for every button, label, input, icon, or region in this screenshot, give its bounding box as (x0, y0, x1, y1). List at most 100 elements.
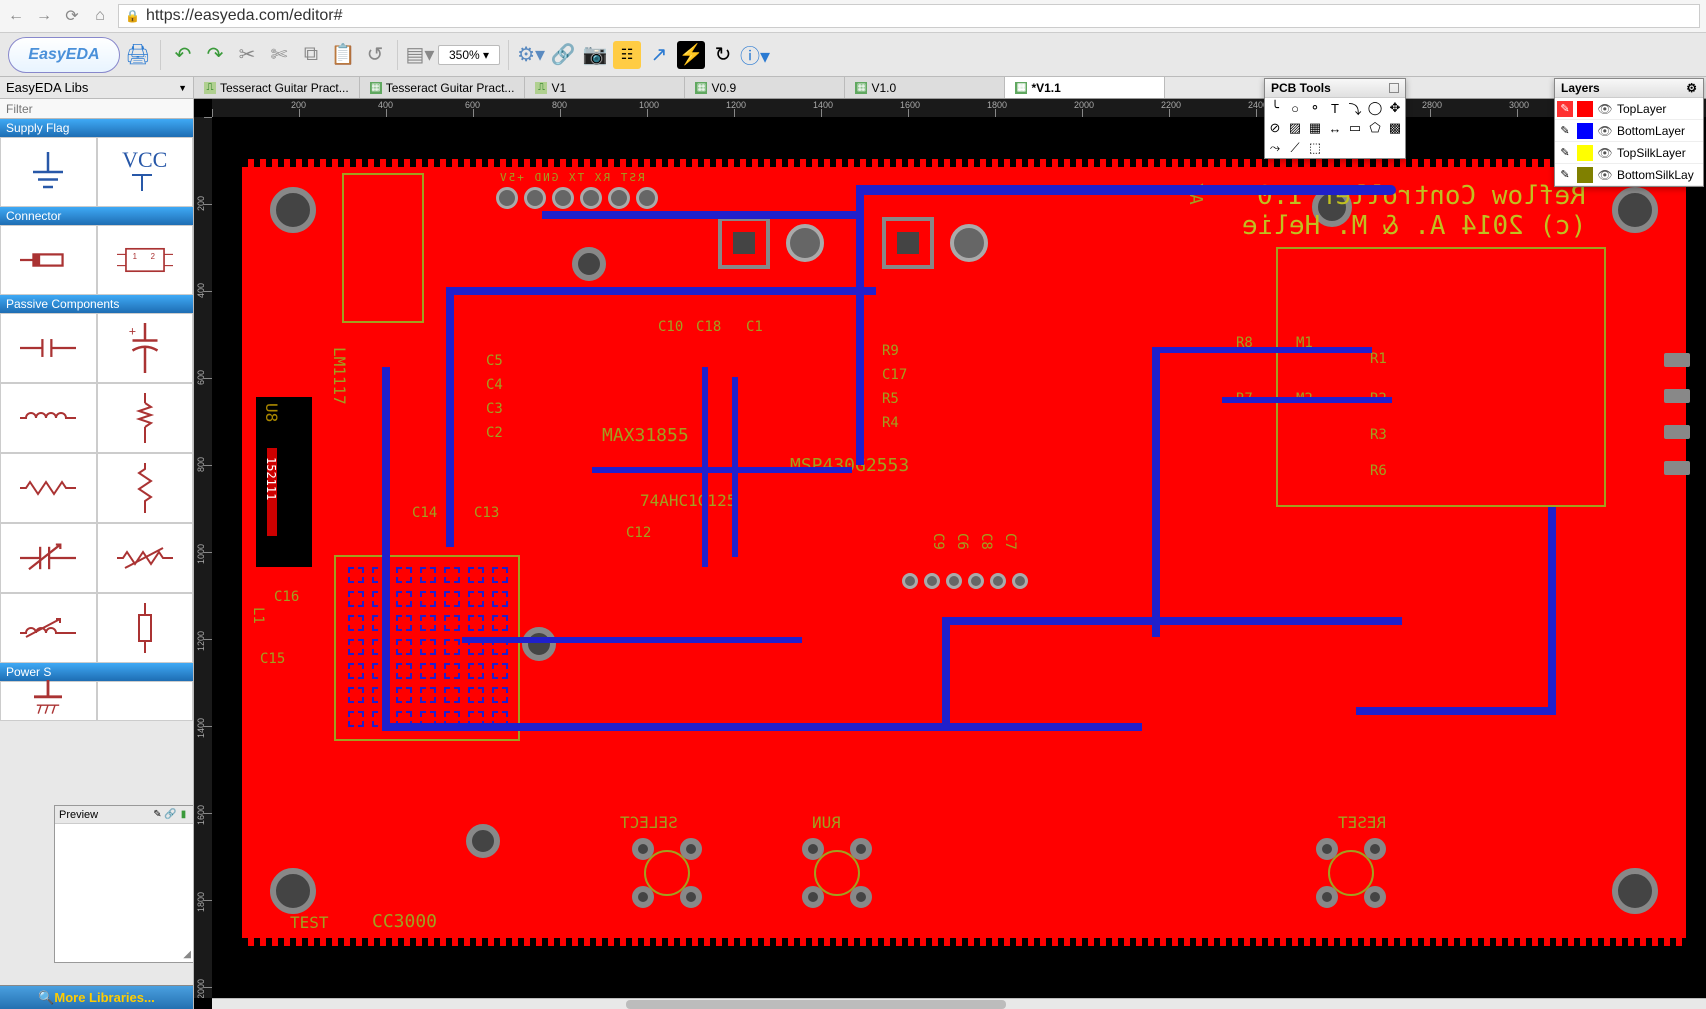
polarized-cap-symbol[interactable]: + (97, 313, 194, 383)
redo-icon[interactable]: ↷ (201, 41, 229, 69)
url-input[interactable]: 🔒 https://easyeda.com/editor# (118, 4, 1700, 28)
eye-icon[interactable]: 👁 (1597, 123, 1613, 139)
tool-hole[interactable]: ⊘ (1265, 118, 1285, 138)
align-icon[interactable]: ▤▾ (406, 41, 434, 69)
ref-c2: C2 (486, 425, 503, 441)
inductor-symbol[interactable] (0, 383, 97, 453)
layer-row-toplayer[interactable]: ✎👁TopLayer (1555, 98, 1703, 120)
tab-v1[interactable]: ⎍V1 (525, 77, 685, 98)
tool-text[interactable]: T (1325, 98, 1345, 118)
tab--v1-1[interactable]: ▦*V1.1 (1005, 77, 1165, 98)
tool-arc[interactable]: ⤵ (1345, 98, 1365, 118)
scissors-icon[interactable]: ✄ (265, 41, 293, 69)
library-filter-input[interactable] (0, 99, 193, 119)
browser-address-bar: ← → ⟳ ⌂ 🔒 https://easyeda.com/editor# (0, 0, 1706, 33)
sidebar-title[interactable]: EasyEDA Libs (0, 77, 193, 99)
more-libraries-button[interactable]: More Libraries... (0, 985, 193, 1009)
back-button[interactable]: ← (6, 6, 26, 26)
horizontal-scrollbar[interactable] (212, 998, 1706, 1009)
layer-color-swatch (1577, 101, 1593, 117)
sim-icon[interactable]: ⚡ (677, 41, 705, 69)
pencil-icon[interactable]: ✎ (1557, 101, 1573, 117)
reload-button[interactable]: ⟳ (62, 6, 82, 26)
tool-connect[interactable]: ⤳ (1265, 138, 1285, 158)
tool-measure[interactable]: ⟋ (1285, 138, 1305, 158)
tool-circle[interactable]: ◯ (1365, 98, 1385, 118)
vcc-symbol[interactable]: VCC (97, 137, 194, 207)
crystal-symbol[interactable] (97, 593, 194, 663)
ref-c3: C3 (486, 401, 503, 417)
pencil-icon[interactable]: ✎ (1557, 145, 1573, 161)
resize-handle[interactable]: ◢ (183, 949, 191, 960)
eye-icon[interactable]: 👁 (1597, 145, 1613, 161)
preview-battery-icon[interactable]: ▮ (178, 809, 189, 820)
layer-row-topsilklayer[interactable]: ✎👁TopSilkLayer (1555, 142, 1703, 164)
print-icon[interactable]: 🖨 (124, 41, 152, 69)
power-2[interactable] (97, 681, 194, 721)
section-connector[interactable]: Connector (0, 207, 193, 225)
pencil-icon[interactable]: ✎ (1557, 167, 1573, 183)
layer-row-bottomlayer[interactable]: ✎👁BottomLayer (1555, 120, 1703, 142)
tool-copper[interactable]: ▩ (1385, 118, 1405, 138)
tab-tesseract-guitar-pract-[interactable]: ⎍Tesseract Guitar Pract... (194, 77, 360, 98)
easyeda-logo[interactable]: EasyEDA (8, 37, 120, 73)
capacitor-symbol[interactable] (0, 313, 97, 383)
tool-dim[interactable]: ↔ (1325, 118, 1345, 138)
paste-icon[interactable]: 📋 (329, 41, 357, 69)
tool-rect[interactable]: ▭ (1345, 118, 1365, 138)
section-passive[interactable]: Passive Components (0, 295, 193, 313)
pcb-canvas[interactable]: Reflow Controller 1.0 (c) 2014 A. & M. H… (212, 117, 1706, 998)
tab-v0-9[interactable]: ▦V0.9 (685, 77, 845, 98)
tool-track[interactable]: ╰ (1265, 98, 1285, 118)
resistor-us-symbol[interactable] (97, 383, 194, 453)
lock-icon: 🔒 (125, 9, 140, 23)
camera-icon[interactable]: 📷 (581, 41, 609, 69)
btn-run-label: RUN (812, 813, 841, 832)
delete-icon[interactable]: ↺ (361, 41, 389, 69)
resistor-zigzag[interactable] (0, 453, 97, 523)
home-button[interactable]: ⌂ (90, 6, 110, 26)
copy-icon[interactable]: ⧉ (297, 41, 325, 69)
minimize-icon[interactable] (1389, 83, 1399, 93)
tool-group[interactable]: ⬚ (1305, 138, 1325, 158)
tab-v1-0[interactable]: ▦V1.0 (845, 77, 1005, 98)
tab-tesseract-guitar-pract-[interactable]: ▦Tesseract Guitar Pract... (360, 77, 526, 98)
forward-button[interactable]: → (34, 6, 54, 26)
history-icon[interactable]: ↻ (709, 41, 737, 69)
trace (1548, 507, 1556, 707)
share-icon[interactable]: 🔗 (549, 41, 577, 69)
resistor-zigzag-v[interactable] (97, 453, 194, 523)
connector-1[interactable] (0, 225, 97, 295)
tool-pad[interactable]: ○ (1285, 98, 1305, 118)
layers-settings-icon[interactable]: ⚙ (1686, 81, 1697, 95)
gnd-symbol[interactable] (0, 137, 97, 207)
tool-image[interactable]: ▨ (1285, 118, 1305, 138)
connector-2[interactable]: 12 (97, 225, 194, 295)
pencil-icon[interactable]: ✎ (1557, 123, 1573, 139)
ref-c8: C8 (978, 533, 994, 550)
export-icon[interactable]: ↗ (645, 41, 673, 69)
eye-icon[interactable]: 👁 (1597, 101, 1613, 117)
undo-icon[interactable]: ↶ (169, 41, 197, 69)
tool-poly[interactable]: ⬠ (1365, 118, 1385, 138)
tool-canvas[interactable]: ▦ (1305, 118, 1325, 138)
ref-c1: C1 (746, 319, 763, 335)
tool-move[interactable]: ✥ (1385, 98, 1405, 118)
main-toolbar: EasyEDA 🖨 ↶ ↷ ✂ ✄ ⧉ 📋 ↺ ▤▾ 350% ▾ ⚙▾ 🔗 📷… (0, 33, 1706, 77)
preview-edit-icon[interactable]: ✎ (152, 809, 163, 820)
bom-icon[interactable]: ☷ (613, 41, 641, 69)
eye-icon[interactable]: 👁 (1597, 167, 1613, 183)
layer-row-bottomsilklay[interactable]: ✎👁BottomSilkLay (1555, 164, 1703, 186)
tool-via[interactable]: ⚬ (1305, 98, 1325, 118)
preview-link-icon[interactable]: 🔗 (165, 809, 176, 820)
varistor[interactable] (97, 523, 194, 593)
power-1[interactable] (0, 681, 97, 721)
zoom-level[interactable]: 350% ▾ (438, 45, 500, 65)
variable-cap[interactable] (0, 523, 97, 593)
settings-icon[interactable]: ⚙▾ (517, 41, 545, 69)
pot-symbol[interactable] (0, 593, 97, 663)
square-pad (718, 217, 770, 269)
cut-icon[interactable]: ✂ (233, 41, 261, 69)
info-icon[interactable]: ⓘ▾ (741, 41, 769, 69)
section-supply[interactable]: Supply Flag (0, 119, 193, 137)
